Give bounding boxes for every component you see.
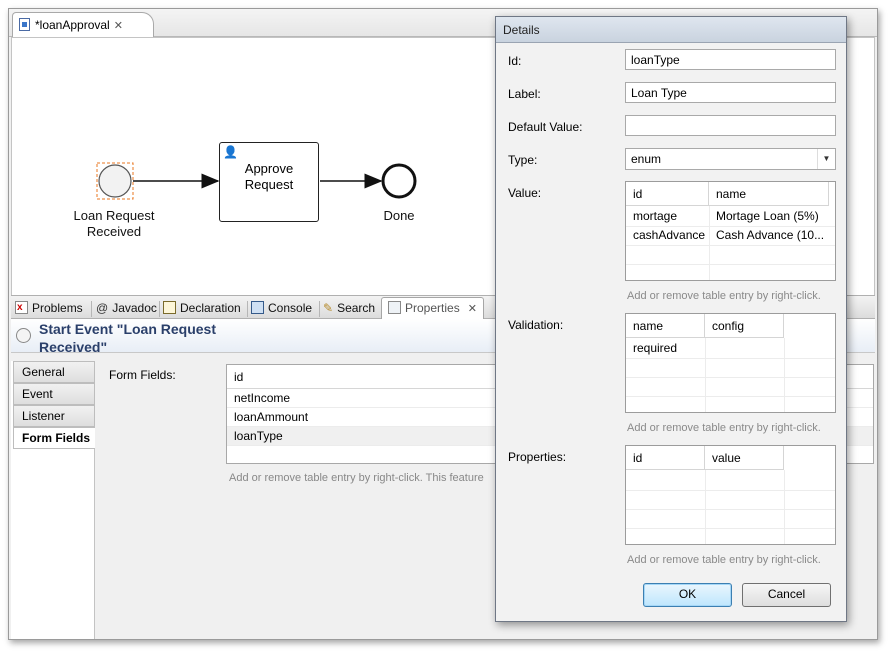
divider xyxy=(626,490,835,491)
dialog-title: Details xyxy=(496,17,846,43)
table-cell[interactable]: Mortage Loan (5%) xyxy=(709,207,831,226)
properties-icon xyxy=(388,301,401,314)
declaration-icon xyxy=(163,301,176,314)
form-fields-hint: Add or remove table entry by right-click… xyxy=(229,472,484,484)
start-event-label: Loan Request Received xyxy=(73,208,155,239)
divider xyxy=(626,396,835,397)
start-event-icon xyxy=(16,328,31,343)
tab-console-label: Console xyxy=(268,301,313,315)
column-header-name[interactable]: name xyxy=(709,182,829,206)
console-icon xyxy=(251,301,264,314)
table-cell[interactable]: required xyxy=(626,339,705,358)
divider xyxy=(705,470,706,544)
value-table[interactable]: id name mortage Mortage Loan (5%) cashAd… xyxy=(625,181,836,281)
tab-console[interactable]: Console xyxy=(251,299,312,319)
column-header-config[interactable]: config xyxy=(705,314,784,338)
tab-properties[interactable]: Properties ✕ xyxy=(381,297,484,320)
properties-label: Properties: xyxy=(508,450,567,464)
process-file-icon xyxy=(19,18,30,31)
default-value-field[interactable] xyxy=(625,115,836,136)
task-label: Approve Request xyxy=(244,161,294,192)
divider xyxy=(626,509,835,510)
validation-hint: Add or remove table entry by right-click… xyxy=(627,422,821,434)
side-tab-general[interactable]: General xyxy=(13,361,95,383)
id-label: Id: xyxy=(508,54,522,68)
table-cell[interactable]: mortage xyxy=(626,207,709,226)
divider xyxy=(159,301,160,317)
side-tab-event[interactable]: Event xyxy=(13,383,95,405)
column-header-name[interactable]: name xyxy=(626,314,705,338)
close-icon[interactable]: ✕ xyxy=(114,20,123,32)
value-hint: Add or remove table entry by right-click… xyxy=(627,290,821,302)
id-field[interactable]: loanType xyxy=(625,49,836,70)
chevron-down-icon[interactable]: ▼ xyxy=(817,149,835,169)
column-header-value[interactable]: value xyxy=(705,446,784,470)
tab-declaration-label: Declaration xyxy=(180,301,241,315)
approve-request-task[interactable]: 👤 Approve Request xyxy=(219,142,319,222)
close-icon[interactable]: ✕ xyxy=(468,303,477,315)
tab-javadoc[interactable]: @ Javadoc xyxy=(96,299,157,319)
divider xyxy=(626,528,835,529)
properties-hint: Add or remove table entry by right-click… xyxy=(627,554,821,566)
side-tab-form-fields[interactable]: Form Fields xyxy=(13,427,95,449)
type-select[interactable]: enum ▼ xyxy=(625,148,836,170)
validation-table[interactable]: name config required xyxy=(625,313,836,413)
tab-javadoc-label: Javadoc xyxy=(112,301,157,315)
column-header-id[interactable]: id xyxy=(626,446,705,470)
user-icon: 👤 xyxy=(223,145,238,159)
search-icon: ✎ xyxy=(323,301,334,315)
properties-title: Start Event "Loan Request Received" xyxy=(39,321,217,353)
divider xyxy=(784,338,785,412)
at-icon: @ xyxy=(96,301,109,315)
details-dialog: Details Id: loanType Label: Loan Type De… xyxy=(495,16,847,622)
end-event-label: Done xyxy=(383,208,415,223)
editor-tab-label: *loanApproval xyxy=(35,18,110,32)
tab-declaration[interactable]: Declaration xyxy=(163,299,241,319)
label-label: Label: xyxy=(508,87,541,101)
tab-search-label: Search xyxy=(337,301,376,315)
form-fields-label: Form Fields: xyxy=(109,368,176,382)
problems-icon: x xyxy=(15,301,28,314)
table-cell[interactable]: Cash Advance (10... xyxy=(709,226,831,245)
tab-problems[interactable]: x Problems xyxy=(15,299,83,319)
validation-label: Validation: xyxy=(508,318,564,332)
tab-properties-label: Properties xyxy=(405,301,460,315)
properties-side-tabs: General Event Listener Form Fields xyxy=(11,361,95,639)
tab-problems-label: Problems xyxy=(32,301,83,315)
divider xyxy=(91,301,92,317)
divider xyxy=(784,470,785,544)
properties-table[interactable]: id value xyxy=(625,445,836,545)
divider xyxy=(626,377,835,378)
start-event[interactable] xyxy=(98,164,132,198)
column-header-id[interactable]: id xyxy=(626,182,709,206)
divider xyxy=(626,264,835,265)
tab-search[interactable]: ✎ Search xyxy=(323,299,375,319)
end-event[interactable] xyxy=(381,163,417,199)
divider xyxy=(319,301,320,317)
editor-tab-loanapproval[interactable]: *loanApproval ✕ xyxy=(12,12,154,37)
default-value-label: Default Value: xyxy=(508,120,583,134)
side-tab-listener[interactable]: Listener xyxy=(13,405,95,427)
table-cell[interactable]: cashAdvance xyxy=(626,226,709,245)
ok-button[interactable]: OK xyxy=(643,583,732,607)
type-select-value: enum xyxy=(631,152,662,166)
type-label: Type: xyxy=(508,153,538,167)
divider xyxy=(247,301,248,317)
label-field[interactable]: Loan Type xyxy=(625,82,836,103)
value-label: Value: xyxy=(508,186,542,200)
cancel-button[interactable]: Cancel xyxy=(742,583,831,607)
divider xyxy=(626,245,835,246)
divider xyxy=(626,358,835,359)
divider xyxy=(705,338,706,412)
